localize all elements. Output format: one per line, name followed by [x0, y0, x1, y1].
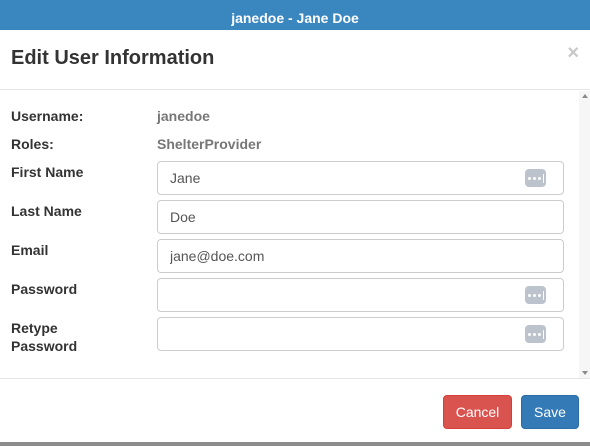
email-input[interactable]: [158, 240, 563, 272]
close-icon[interactable]: ×: [567, 43, 579, 63]
modal-body: Username: janedoe Roles: ShelterProvider…: [0, 91, 590, 378]
last-name-field: [157, 200, 564, 234]
modal-scrollbar[interactable]: [579, 91, 590, 378]
username-label: Username:: [11, 108, 84, 124]
password-input[interactable]: [158, 279, 563, 311]
retype-password-label-line1: Retype: [11, 320, 58, 336]
scroll-down-icon[interactable]: [582, 371, 588, 375]
window-bottom-edge: [0, 442, 590, 446]
modal-header: Edit User Information ×: [0, 30, 590, 90]
cancel-button[interactable]: Cancel: [443, 395, 512, 429]
scroll-up-icon[interactable]: [582, 94, 588, 98]
email-field: [157, 239, 564, 273]
password-manager-icon[interactable]: [525, 286, 546, 304]
roles-label: Roles:: [11, 136, 54, 152]
password-manager-icon[interactable]: [525, 169, 546, 187]
modal-title: Edit User Information: [11, 47, 215, 69]
username-value: janedoe: [157, 108, 210, 124]
window-title-bar: janedoe - Jane Doe: [0, 0, 590, 30]
password-label: Password: [11, 281, 78, 297]
roles-value: ShelterProvider: [157, 136, 262, 152]
last-name-label: Last Name: [11, 203, 82, 219]
email-label: Email: [11, 242, 49, 258]
password-manager-icon[interactable]: [525, 325, 546, 343]
retype-password-input[interactable]: [158, 318, 563, 350]
edit-user-modal: Edit User Information × Username: janedo…: [0, 30, 590, 442]
first-name-input[interactable]: [158, 162, 563, 194]
first-name-label: First Name: [11, 164, 84, 180]
first-name-field: [157, 161, 564, 195]
modal-footer: Cancel Save: [0, 378, 590, 442]
save-button[interactable]: Save: [521, 395, 579, 429]
retype-password-label-line2: Password: [11, 338, 78, 354]
last-name-input[interactable]: [158, 201, 563, 233]
retype-password-field: [157, 317, 564, 351]
password-field: [157, 278, 564, 312]
window-title: janedoe - Jane Doe: [231, 10, 359, 26]
